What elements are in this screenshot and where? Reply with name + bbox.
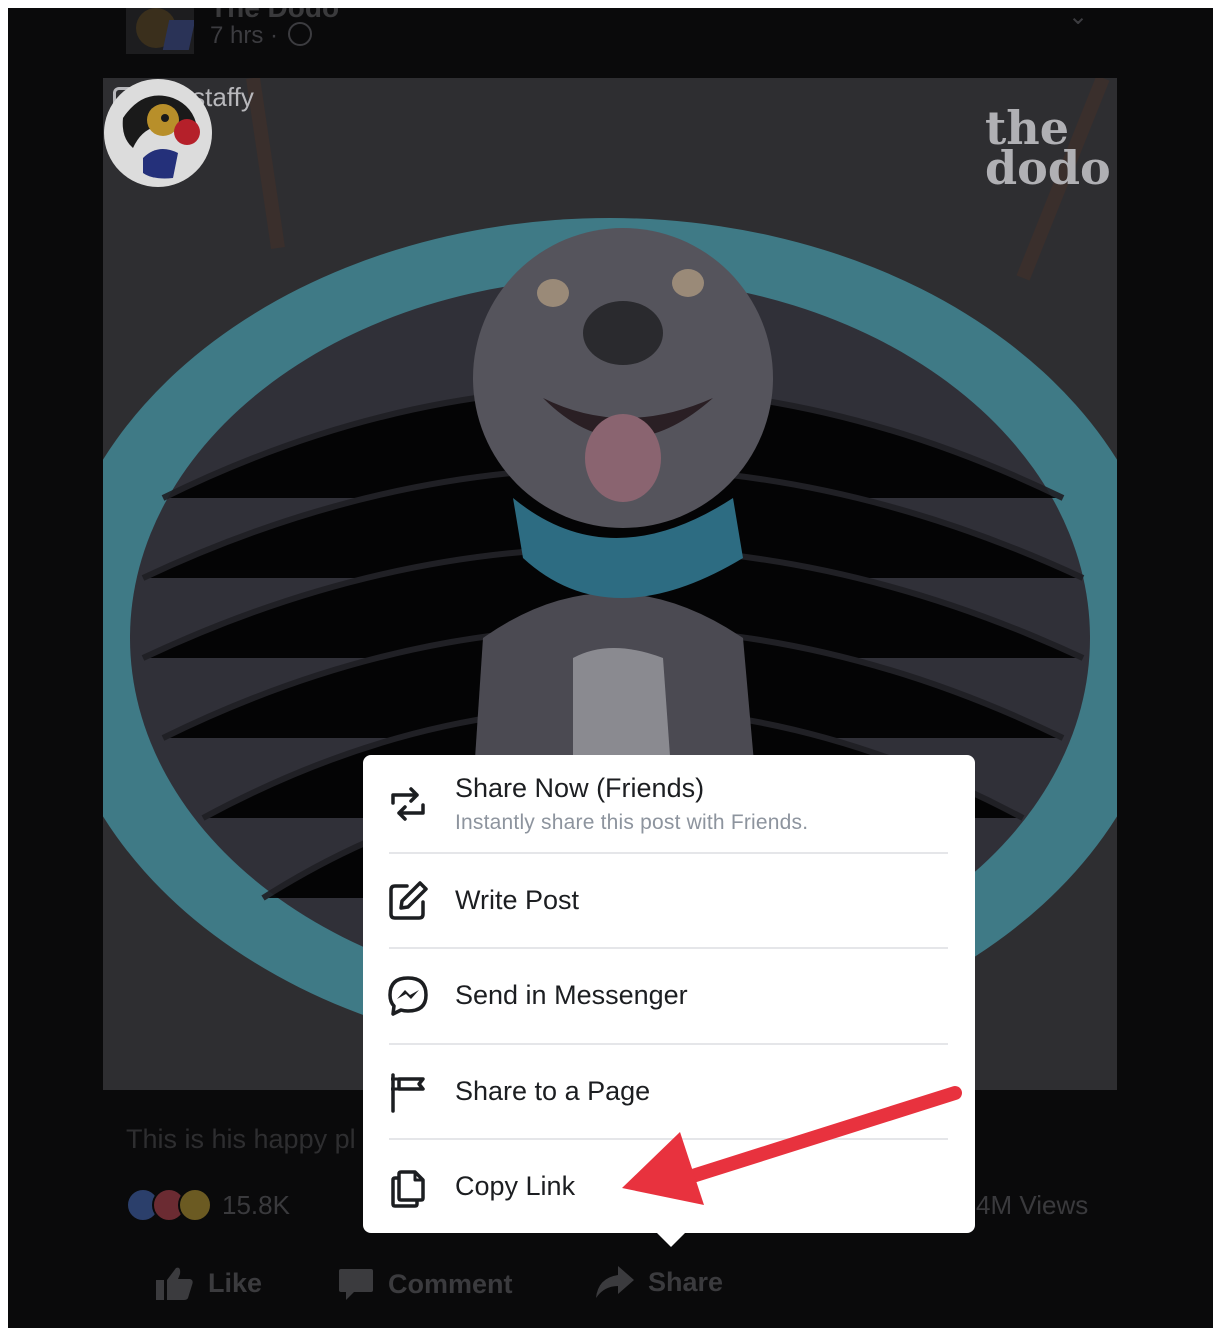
watermark-line-2: dodo	[985, 141, 1111, 195]
like-label: Like	[208, 1267, 263, 1298]
reaction-summary[interactable]: 15.8K	[126, 1188, 290, 1222]
page-avatar[interactable]	[126, 8, 194, 54]
haha-reaction-icon	[178, 1188, 212, 1222]
share-to-page-option[interactable]: Share to a Page	[363, 1045, 975, 1141]
globe-icon	[288, 22, 312, 46]
send-in-messenger-option[interactable]: Send in Messenger	[363, 949, 975, 1045]
share-menu-popup: Share Now (Friends) Instantly share this…	[363, 755, 975, 1247]
comment-button[interactable]: Comment	[338, 1266, 513, 1302]
write-post-option[interactable]: Write Post	[363, 854, 975, 950]
edit-pencil-icon	[389, 881, 428, 920]
comment-label: Comment	[388, 1268, 513, 1299]
comment-bubble-icon	[339, 1269, 373, 1300]
chevron-down-icon[interactable]: ⌄	[1068, 8, 1088, 31]
dodo-logo-icon	[104, 79, 212, 187]
send-in-messenger-label: Send in Messenger	[455, 980, 688, 1010]
messenger-icon	[388, 976, 428, 1016]
share-arrow-icon	[596, 1266, 634, 1298]
dodo-watermark: the dodo	[985, 105, 1111, 195]
repost-icon	[391, 787, 425, 821]
share-label: Share	[648, 1266, 724, 1297]
copy-link-option[interactable]: Copy Link	[363, 1140, 975, 1236]
post-action-bar: Like Comment Share	[8, 1266, 1213, 1312]
post-caption: This is his happy pl	[126, 1124, 356, 1154]
screen-frame: The Dodo 7 hrs · ⌄	[8, 8, 1213, 1328]
page-flag-icon	[391, 1073, 425, 1113]
thumbs-up-icon	[156, 1267, 193, 1300]
like-button[interactable]: Like	[156, 1266, 262, 1300]
share-to-page-label: Share to a Page	[455, 1076, 651, 1106]
post-timestamp: 7 hrs ·	[210, 22, 279, 49]
copy-icon	[391, 1170, 425, 1208]
write-post-label: Write Post	[455, 885, 580, 915]
copy-link-label: Copy Link	[455, 1171, 576, 1201]
reaction-count: 15.8K	[222, 1189, 290, 1220]
share-now-label: Share Now (Friends)	[455, 773, 705, 803]
share-button[interactable]: Share	[594, 1266, 723, 1298]
view-count: 4M Views	[976, 1190, 1089, 1220]
share-now-option[interactable]: Share Now (Friends) Instantly share this…	[363, 755, 975, 851]
share-now-subtitle: Instantly share this post with Friends.	[455, 811, 809, 834]
